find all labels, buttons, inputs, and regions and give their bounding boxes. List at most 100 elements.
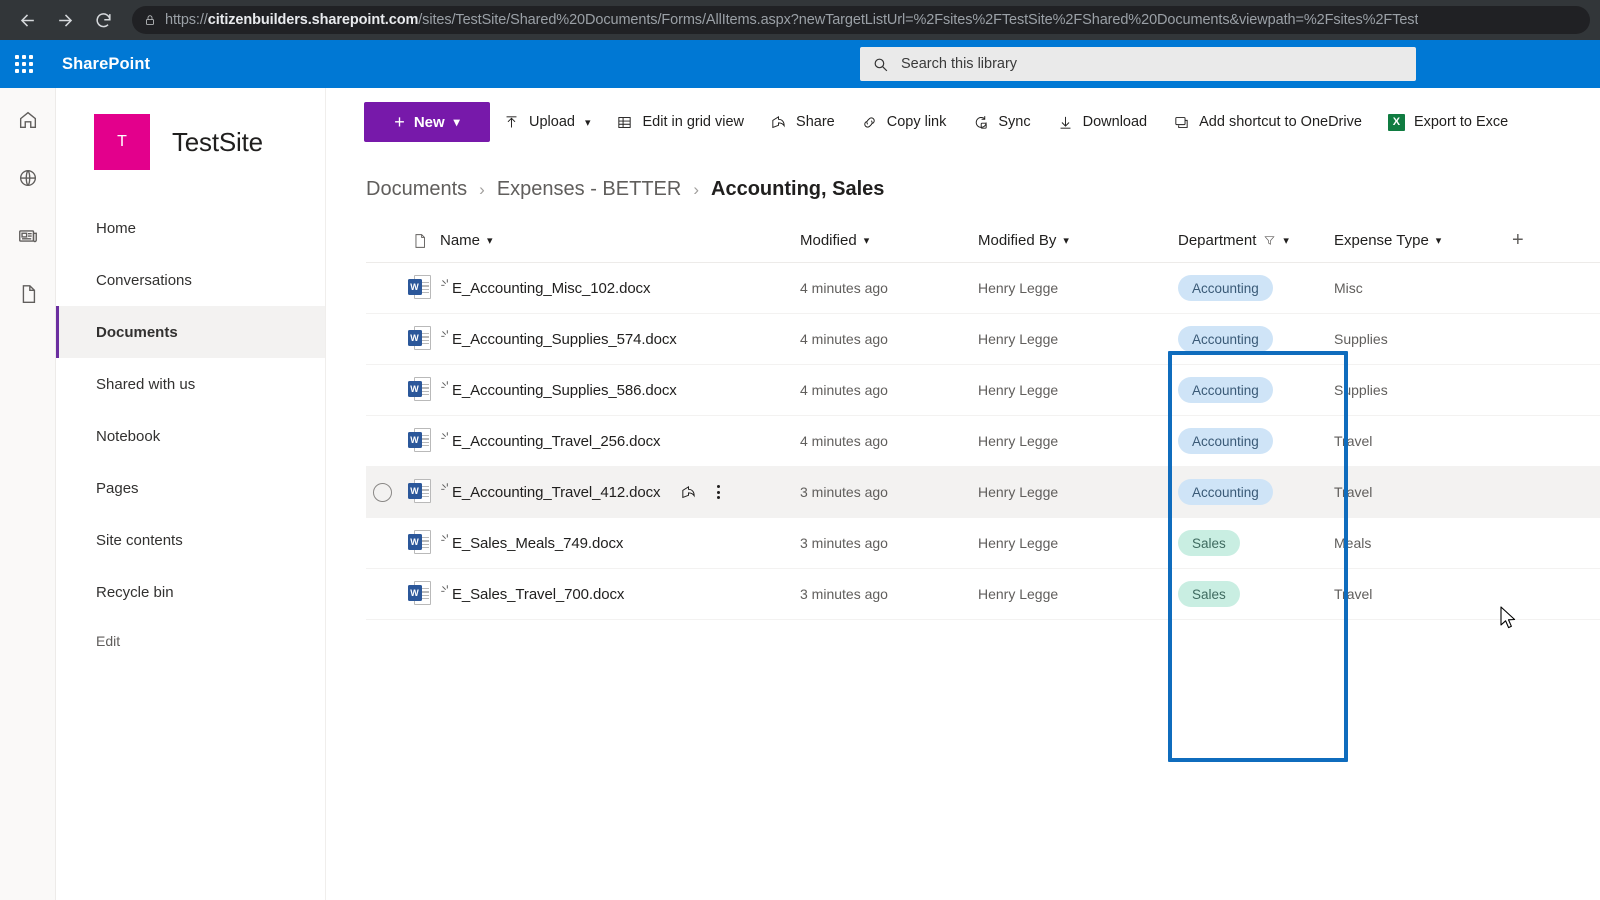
department-pill: Accounting [1178,326,1273,352]
table-row[interactable]: W E_Sales_Travel_700.docx 3 minutes ago … [366,569,1600,620]
column-header-name[interactable]: Name▾ [440,232,800,249]
sidebar-item-home[interactable]: Home [56,202,325,254]
new-file-indicator-icon [440,278,453,298]
site-logo[interactable]: T [94,114,150,170]
department-cell: Accounting [1156,479,1334,505]
add-column-button[interactable]: + [1512,229,1572,252]
add-shortcut-onedrive-button[interactable]: Add shortcut to OneDrive [1160,102,1375,142]
breadcrumb-item-expenses[interactable]: Expenses - BETTER [497,178,682,201]
file-name-cell[interactable]: E_Accounting_Travel_412.docx [440,482,800,502]
sidebar-item-notebook[interactable]: Notebook [56,410,325,462]
address-bar[interactable]: https://citizenbuilders.sharepoint.com/s… [132,6,1590,34]
upload-icon [503,114,520,131]
table-row[interactable]: W E_Accounting_Supplies_574.docx 4 minut… [366,314,1600,365]
chevron-down-icon: ▾ [487,234,493,247]
home-icon[interactable] [12,104,44,136]
file-name: E_Accounting_Misc_102.docx [452,280,650,297]
sidebar-item-pages[interactable]: Pages [56,462,325,514]
sidebar-item-site-contents[interactable]: Site contents [56,514,325,566]
modified-by-cell: Henry Legge [978,433,1156,449]
expense-type-cell: Supplies [1334,331,1512,347]
sync-label: Sync [998,114,1030,130]
export-to-excel-button[interactable]: X Export to Exce [1375,102,1521,142]
link-icon [861,114,878,131]
row-more-options-icon[interactable] [713,485,724,499]
table-row[interactable]: W E_Accounting_Travel_256.docx 4 minutes… [366,416,1600,467]
file-name: E_Accounting_Supplies_586.docx [452,382,677,399]
sidebar-item-shared-with-us[interactable]: Shared with us [56,358,325,410]
search-placeholder: Search this library [901,56,1017,72]
browser-back-button[interactable] [10,3,44,37]
sidebar-item-conversations[interactable]: Conversations [56,254,325,306]
column-header-modified-by[interactable]: Modified By▾ [978,232,1156,249]
breadcrumb-separator-icon: › [479,180,485,200]
department-pill: Accounting [1178,377,1273,403]
file-name: E_Sales_Travel_700.docx [452,586,624,603]
file-name-cell[interactable]: E_Accounting_Supplies_574.docx [440,329,800,349]
file-name-cell[interactable]: E_Accounting_Supplies_586.docx [440,380,800,400]
department-cell: Sales [1156,581,1334,607]
department-cell: Accounting [1156,275,1334,301]
share-button[interactable]: Share [757,102,848,142]
sidebar-edit-link[interactable]: Edit [56,618,325,664]
breadcrumb-item-documents[interactable]: Documents [366,178,467,201]
nav-label: Pages [96,480,139,497]
site-title[interactable]: TestSite [172,127,263,158]
table-row[interactable]: W E_Accounting_Travel_412.docx 3 minutes… [366,467,1600,518]
file-name-cell[interactable]: E_Accounting_Travel_256.docx [440,431,800,451]
news-icon[interactable] [12,220,44,252]
sidebar-item-recycle-bin[interactable]: Recycle bin [56,566,325,618]
selection-circle-icon[interactable] [373,483,392,502]
chevron-down-icon: ▾ [1436,234,1442,247]
browser-forward-button[interactable] [48,3,82,37]
row-select-checkbox[interactable] [366,483,398,502]
department-pill: Sales [1178,530,1240,556]
sidebar-item-documents[interactable]: Documents [56,306,325,358]
globe-icon[interactable] [12,162,44,194]
grid-icon [616,114,633,131]
search-icon [872,56,889,73]
onedrive-shortcut-icon [1173,114,1190,131]
new-file-indicator-icon [440,431,453,451]
expense-type-cell: Travel [1334,484,1512,500]
department-cell: Sales [1156,530,1334,556]
upload-button[interactable]: Upload ▾ [490,102,603,142]
file-name-cell[interactable]: E_Sales_Travel_700.docx [440,584,800,604]
column-header-expense-type[interactable]: Expense Type▾ [1334,232,1512,249]
department-cell: Accounting [1156,377,1334,403]
column-header-department[interactable]: Department ▾ [1156,232,1334,249]
row-share-icon[interactable] [680,484,697,501]
file-name-cell[interactable]: E_Accounting_Misc_102.docx [440,278,800,298]
expense-type-cell: Travel [1334,586,1512,602]
new-file-indicator-icon [440,482,453,502]
file-name: E_Sales_Meals_749.docx [452,535,623,552]
table-row[interactable]: W E_Sales_Meals_749.docx 3 minutes ago H… [366,518,1600,569]
documents-table: Name▾ Modified▾ Modified By▾ Department … [326,219,1600,620]
copy-link-button[interactable]: Copy link [848,102,960,142]
modified-by-cell: Henry Legge [978,331,1156,347]
new-button[interactable]: + New ▾ [364,102,490,142]
column-header-modified[interactable]: Modified▾ [800,232,978,249]
files-icon[interactable] [12,278,44,310]
file-type-column-header[interactable] [398,231,440,251]
file-name-cell[interactable]: E_Sales_Meals_749.docx [440,533,800,553]
sharepoint-brand[interactable]: SharePoint [62,55,150,74]
search-input[interactable]: Search this library [860,47,1416,81]
sharepoint-suite-bar: SharePoint Search this library [0,40,1600,88]
share-label: Share [796,114,835,130]
word-file-icon: W [398,428,440,454]
waffle-icon [15,55,33,73]
browser-reload-button[interactable] [86,3,120,37]
sync-button[interactable]: Sync [959,102,1043,142]
add-shortcut-label: Add shortcut to OneDrive [1199,114,1362,130]
edit-grid-label: Edit in grid view [642,114,744,130]
edit-grid-view-button[interactable]: Edit in grid view [603,102,757,142]
table-row[interactable]: W E_Accounting_Misc_102.docx 4 minutes a… [366,263,1600,314]
download-button[interactable]: Download [1044,102,1161,142]
table-row[interactable]: W E_Accounting_Supplies_586.docx 4 minut… [366,365,1600,416]
app-launcher-button[interactable] [0,40,48,88]
nav-label: Edit [96,633,120,649]
modified-by-cell: Henry Legge [978,586,1156,602]
nav-label: Notebook [96,428,160,445]
copy-link-label: Copy link [887,114,947,130]
